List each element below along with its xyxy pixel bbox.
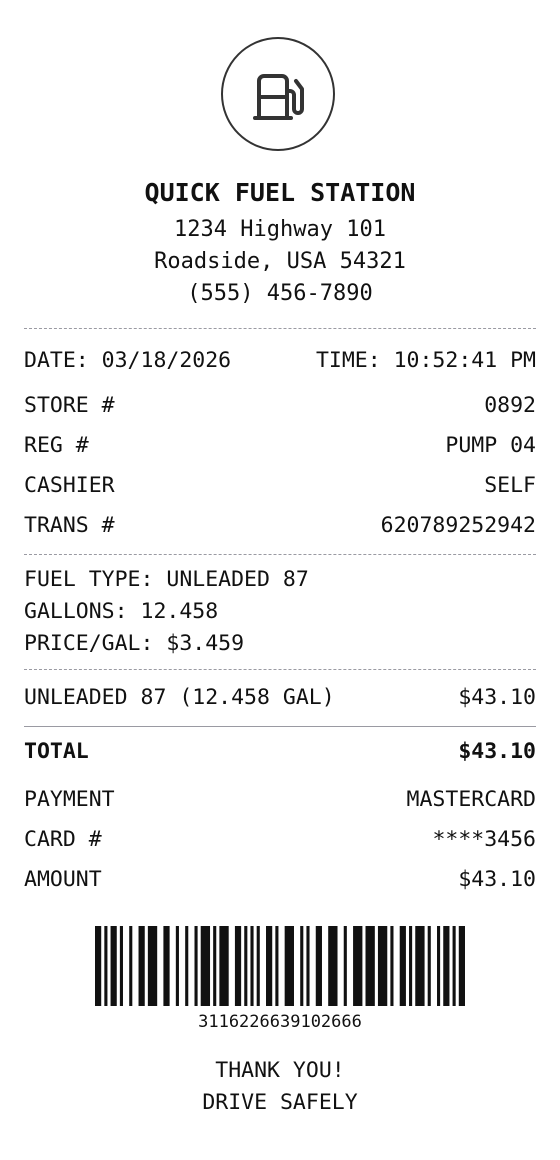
barcode-bar bbox=[104, 926, 108, 1006]
date-time-row: DATE: 03/18/2026 TIME: 10:52:41 PM bbox=[24, 347, 536, 375]
barcode-bar bbox=[185, 926, 189, 1006]
barcode-bar bbox=[163, 926, 170, 1006]
amount-row: AMOUNT $43.10 bbox=[24, 866, 536, 894]
barcode-bar bbox=[365, 926, 375, 1006]
barcode-bar bbox=[437, 926, 441, 1006]
barcode-bar bbox=[250, 926, 254, 1006]
thank-you-text: THANK YOU! bbox=[215, 1058, 345, 1083]
barcode-bar bbox=[244, 926, 248, 1006]
barcode-bar bbox=[443, 926, 450, 1006]
line-item-description: UNLEADED 87 (12.458 GAL) bbox=[24, 685, 335, 710]
payment-label: PAYMENT bbox=[24, 787, 115, 812]
barcode-bar bbox=[275, 926, 279, 1006]
barcode-bar bbox=[353, 926, 363, 1006]
barcode-bar bbox=[452, 926, 456, 1006]
station-phone: (555) 456-7890 bbox=[187, 281, 373, 306]
fuel-pump-icon bbox=[253, 74, 304, 120]
cashier-label: CASHIER bbox=[24, 473, 115, 498]
barcode-bar bbox=[415, 926, 425, 1006]
barcode-bar bbox=[399, 926, 406, 1006]
card-value: ****3456 bbox=[432, 827, 536, 852]
total-value: $43.10 bbox=[458, 739, 536, 764]
transaction-row: TRANS # 620789252942 bbox=[24, 512, 536, 540]
barcode-bar bbox=[409, 926, 413, 1006]
station-address-line2: Roadside, USA 54321 bbox=[154, 249, 406, 274]
cashier-value: SELF bbox=[484, 473, 536, 498]
cashier-row: CASHIER SELF bbox=[24, 472, 536, 500]
line-item-amount: $43.10 bbox=[458, 685, 536, 710]
register-value: PUMP 04 bbox=[445, 433, 536, 458]
station-name: QUICK FUEL STATION bbox=[144, 178, 416, 207]
divider bbox=[24, 669, 536, 670]
divider bbox=[24, 328, 536, 329]
barcode-bar bbox=[95, 926, 102, 1006]
payment-value: MASTERCARD bbox=[406, 787, 536, 812]
store-value: 0892 bbox=[484, 393, 536, 418]
barcode-bar bbox=[266, 926, 273, 1006]
barcode-bar bbox=[390, 926, 394, 1006]
card-row: CARD # ****3456 bbox=[24, 826, 536, 854]
store-row: STORE # 0892 bbox=[24, 392, 536, 420]
barcode-bar bbox=[315, 926, 322, 1006]
barcode bbox=[95, 926, 465, 1006]
barcode-bar bbox=[256, 926, 260, 1006]
barcode-bar bbox=[328, 926, 338, 1006]
barcode-bar bbox=[234, 926, 242, 1006]
date: DATE: 03/18/2026 bbox=[24, 348, 232, 373]
register-row: REG # PUMP 04 bbox=[24, 432, 536, 460]
fuel-price-per-gallon: PRICE/GAL: $3.459 bbox=[24, 631, 245, 656]
amount-value: $43.10 bbox=[458, 867, 536, 892]
barcode-bar bbox=[219, 926, 229, 1006]
barcode-bar bbox=[147, 926, 158, 1006]
total-divider bbox=[24, 726, 536, 727]
barcode-bar bbox=[175, 926, 179, 1006]
station-address-line1: 1234 Highway 101 bbox=[174, 217, 386, 242]
fuel-type: FUEL TYPE: UNLEADED 87 bbox=[24, 567, 309, 592]
barcode-bar bbox=[306, 926, 310, 1006]
line-item: UNLEADED 87 (12.458 GAL) $43.10 bbox=[24, 684, 536, 712]
barcode-bar bbox=[129, 926, 133, 1006]
barcode-bar bbox=[213, 926, 217, 1006]
barcode-bar bbox=[300, 926, 304, 1006]
store-label: STORE # bbox=[24, 393, 115, 418]
barcode-bar bbox=[138, 926, 145, 1006]
logo-circle bbox=[221, 37, 335, 151]
barcode-bar bbox=[110, 926, 117, 1006]
barcode-number: 3116226639102666 bbox=[198, 1012, 362, 1032]
barcode-bar bbox=[194, 926, 198, 1006]
transaction-label: TRANS # bbox=[24, 513, 115, 538]
amount-label: AMOUNT bbox=[24, 867, 102, 892]
barcode-bar bbox=[200, 926, 211, 1006]
divider bbox=[24, 554, 536, 555]
barcode-bar bbox=[343, 926, 347, 1006]
transaction-value: 620789252942 bbox=[380, 513, 536, 538]
drive-safely-text: DRIVE SAFELY bbox=[202, 1090, 358, 1115]
barcode-bar bbox=[284, 926, 294, 1006]
barcode-bar bbox=[458, 926, 465, 1006]
barcode-bar bbox=[427, 926, 431, 1006]
register-label: REG # bbox=[24, 433, 89, 458]
fuel-gallons: GALLONS: 12.458 bbox=[24, 599, 219, 624]
card-label: CARD # bbox=[24, 827, 102, 852]
total-row: TOTAL $43.10 bbox=[24, 738, 536, 766]
barcode-bar bbox=[119, 926, 123, 1006]
time: TIME: 10:52:41 PM bbox=[315, 348, 536, 373]
barcode-bar bbox=[377, 926, 388, 1006]
payment-row: PAYMENT MASTERCARD bbox=[24, 786, 536, 814]
total-label: TOTAL bbox=[24, 739, 89, 764]
